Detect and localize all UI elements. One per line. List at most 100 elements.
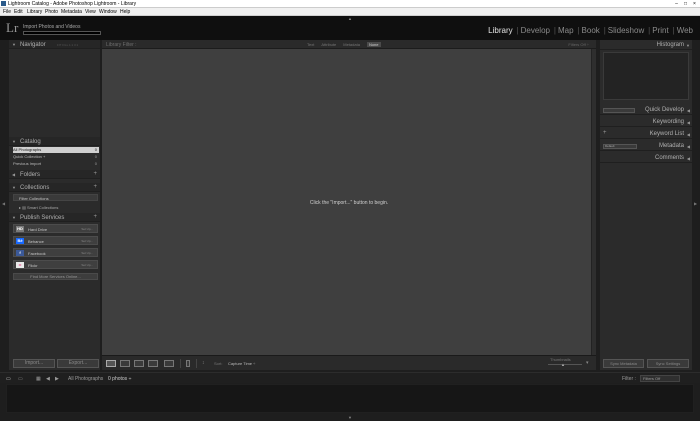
filmstrip-toggle-icon[interactable]: ▼: [348, 415, 352, 420]
empty-catalog-message: Click the "Import..." button to begin.: [309, 200, 389, 206]
add-keyword-icon[interactable]: +: [603, 130, 607, 136]
close-button[interactable]: ×: [690, 1, 699, 7]
import-button[interactable]: Import...: [13, 359, 55, 368]
menu-library[interactable]: Library: [27, 9, 42, 15]
module-slideshow[interactable]: Slideshow: [604, 26, 651, 35]
find-more-services-button[interactable]: Find More Services Online...: [13, 273, 98, 280]
module-map[interactable]: Map: [554, 26, 579, 35]
catalog-item-all-photographs[interactable]: All Photographs 0: [13, 147, 99, 153]
keyword-list-header[interactable]: + Keyword List ◀: [600, 129, 692, 139]
filter-text[interactable]: Text: [307, 42, 314, 47]
metadata-label: Metadata: [658, 143, 684, 149]
setup-link[interactable]: Set Up...: [81, 251, 93, 255]
compare-view-icon[interactable]: [134, 360, 144, 367]
menu-metadata[interactable]: Metadata: [61, 9, 82, 15]
metadata-header[interactable]: Default Metadata ◀: [600, 141, 692, 151]
saved-preset-dropdown[interactable]: [603, 108, 635, 113]
keywording-header[interactable]: Keywording ◀: [600, 117, 692, 127]
filter-presets-dropdown[interactable]: Filters Off ÷: [568, 42, 589, 47]
filter-none[interactable]: None: [366, 42, 381, 47]
menu-window[interactable]: Window: [99, 9, 117, 15]
slider-thumb-icon[interactable]: ▲: [561, 362, 565, 367]
publish-service-label: Facebook: [28, 251, 46, 256]
publish-service-hard-drive[interactable]: HD Hard Drive Set Up...: [13, 224, 98, 233]
navigator-preview: [9, 50, 100, 136]
collapse-icon: ▼: [12, 139, 16, 144]
forward-arrow-icon[interactable]: ▶: [55, 376, 59, 382]
grid-icon[interactable]: ▦: [36, 376, 41, 382]
grid-view-icon[interactable]: [106, 360, 116, 367]
filmstrip-filter-dropdown[interactable]: Filters Off: [640, 375, 680, 382]
publish-service-flickr[interactable]: •• Flickr Set Up...: [13, 260, 98, 269]
sort-direction-icon[interactable]: ↕: [202, 360, 205, 366]
expand-icon: ◀: [686, 120, 690, 125]
library-filter-bar: Library Filter : Text Attribute Metadata…: [102, 40, 596, 49]
setup-link[interactable]: Set Up...: [81, 239, 93, 243]
filter-collections-field[interactable]: Filter Collections: [13, 194, 98, 201]
navigator-zoom-options[interactable]: FIT FILL 1:1 3:1: [57, 43, 78, 47]
back-arrow-icon[interactable]: ◀: [46, 376, 50, 382]
people-view-icon[interactable]: [164, 360, 174, 367]
module-print[interactable]: Print: [648, 26, 675, 35]
menu-file[interactable]: File: [3, 9, 11, 15]
menu-view[interactable]: View: [85, 9, 96, 15]
left-panel: ▼ Navigator FIT FILL 1:1 3:1 ▼ Catalog A…: [9, 40, 100, 370]
quick-develop-header[interactable]: Quick Develop ◀: [600, 105, 692, 115]
module-book[interactable]: Book: [578, 26, 606, 35]
histogram-header[interactable]: Histogram ▼: [600, 40, 692, 50]
toolbar-menu-icon[interactable]: ▾: [586, 360, 589, 366]
catalog-item-label: All Photographs: [13, 147, 42, 152]
sort-dropdown[interactable]: Capture Time ÷: [228, 361, 255, 366]
setup-link[interactable]: Set Up...: [81, 263, 93, 267]
left-panel-toggle-icon[interactable]: ◀: [2, 201, 5, 206]
collections-header[interactable]: ▼ Collections +: [9, 183, 100, 192]
keywording-label: Keywording: [652, 119, 684, 125]
navigator-label: Navigator: [20, 42, 46, 48]
right-panel: Histogram ▼ Quick Develop ◀ Keywording ◀…: [600, 40, 692, 370]
filmstrip[interactable]: [6, 384, 694, 413]
publish-services-header[interactable]: ▼ Publish Services +: [9, 213, 100, 222]
secondary-display-icon[interactable]: ▭: [18, 376, 23, 382]
filmstrip-toolbar: ▭ ▭ ▦ ◀ ▶ All Photographs 0 photos ÷ Fil…: [0, 372, 700, 383]
sync-settings-button[interactable]: Sync Settings: [647, 359, 689, 368]
navigator-header[interactable]: ▼ Navigator FIT FILL 1:1 3:1: [9, 40, 100, 49]
setup-link[interactable]: Set Up...: [81, 227, 93, 231]
export-button[interactable]: Export...: [57, 359, 99, 368]
filter-attribute[interactable]: Attribute: [321, 42, 336, 47]
filter-metadata[interactable]: Metadata: [343, 42, 360, 47]
sync-metadata-button[interactable]: Sync Metadata: [603, 359, 644, 368]
comments-header[interactable]: Comments ◀: [600, 153, 692, 163]
catalog-header[interactable]: ▼ Catalog: [9, 137, 100, 146]
catalog-item-previous-import[interactable]: Previous Import 0: [13, 161, 99, 167]
top-panel-toggle-icon[interactable]: ▲: [348, 16, 352, 21]
right-panel-toggle-icon[interactable]: ▶: [694, 201, 697, 206]
add-folder-icon[interactable]: +: [93, 171, 97, 177]
smart-collections-item[interactable]: ▸ ▤ Smart Collections: [19, 205, 58, 210]
thumbnail-size-slider[interactable]: [548, 364, 582, 365]
publish-service-behance[interactable]: Bē Behance Set Up...: [13, 236, 98, 245]
add-collection-icon[interactable]: +: [93, 184, 97, 190]
expand-icon: ◀: [686, 108, 690, 113]
primary-display-icon[interactable]: ▭: [6, 376, 11, 382]
publish-service-facebook[interactable]: f Facebook Set Up...: [13, 248, 98, 257]
metadata-preset-dropdown[interactable]: Default: [603, 144, 637, 149]
filmstrip-source-path[interactable]: All Photographs: [68, 376, 103, 382]
maximize-button[interactable]: □: [681, 1, 690, 7]
folders-label: Folders: [20, 172, 41, 178]
module-library[interactable]: Library: [484, 26, 519, 35]
folders-header[interactable]: ◀ Folders +: [9, 170, 100, 179]
minimize-button[interactable]: –: [672, 1, 681, 7]
loupe-view-icon[interactable]: [120, 360, 130, 367]
menu-photo[interactable]: Photo: [45, 9, 58, 15]
module-web[interactable]: Web: [673, 26, 697, 35]
catalog-item-quick-collection[interactable]: Quick Collection + 0: [13, 154, 99, 160]
survey-view-icon[interactable]: [148, 360, 158, 367]
module-develop[interactable]: Develop: [517, 26, 557, 35]
add-publish-service-icon[interactable]: +: [93, 214, 97, 220]
menu-help[interactable]: Help: [120, 9, 130, 15]
photo-count-dropdown[interactable]: 0 photos ÷: [108, 376, 131, 382]
publish-service-label: Flickr: [28, 263, 38, 268]
menu-edit[interactable]: Edit: [14, 9, 23, 15]
spray-can-icon[interactable]: [186, 360, 190, 367]
publish-services-label: Publish Services: [20, 215, 65, 221]
